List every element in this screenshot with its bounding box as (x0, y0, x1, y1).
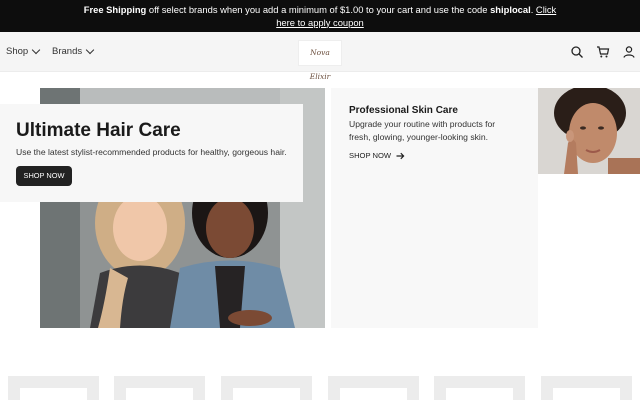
cart-icon[interactable] (596, 45, 610, 59)
skin-care-title: Professional Skin Care (349, 105, 458, 116)
product-tiles-row (0, 376, 640, 400)
promo-lead: Free Shipping (83, 4, 147, 15)
product-tile[interactable] (221, 376, 312, 400)
search-icon[interactable] (570, 45, 584, 59)
nav-shop[interactable]: Shop (6, 45, 41, 57)
arrow-right-icon (396, 152, 405, 159)
product-tile[interactable] (8, 376, 99, 400)
promo-bar: Free Shipping off select brands when you… (0, 0, 640, 32)
product-tile[interactable] (114, 376, 205, 400)
nav-brands[interactable]: Brands (52, 45, 95, 57)
product-tile[interactable] (541, 376, 632, 400)
promo-text: off select brands when you add a minimum… (146, 4, 491, 15)
chevron-down-icon (31, 45, 41, 55)
skin-care-image (538, 88, 640, 174)
hero-shop-now-button[interactable]: SHOP NOW (16, 166, 72, 186)
promo-code: shiplocal (490, 4, 531, 15)
site-logo[interactable]: Nova Elixir (298, 40, 342, 81)
account-icon[interactable] (622, 45, 636, 59)
product-tile[interactable] (434, 376, 525, 400)
skin-shop-now-label: SHOP NOW (349, 151, 392, 160)
product-tile[interactable] (328, 376, 419, 400)
hero-title: Ultimate Hair Care (16, 120, 181, 141)
nav-brands-label: Brands (52, 46, 83, 57)
hero-subtitle: Use the latest stylist-recommended produ… (16, 147, 287, 157)
chevron-down-icon (85, 45, 95, 55)
skin-care-subtitle: Upgrade your routine with products for f… (349, 119, 496, 142)
nav-shop-label: Shop (6, 46, 29, 57)
skin-shop-now-link[interactable]: SHOP NOW (349, 151, 405, 160)
